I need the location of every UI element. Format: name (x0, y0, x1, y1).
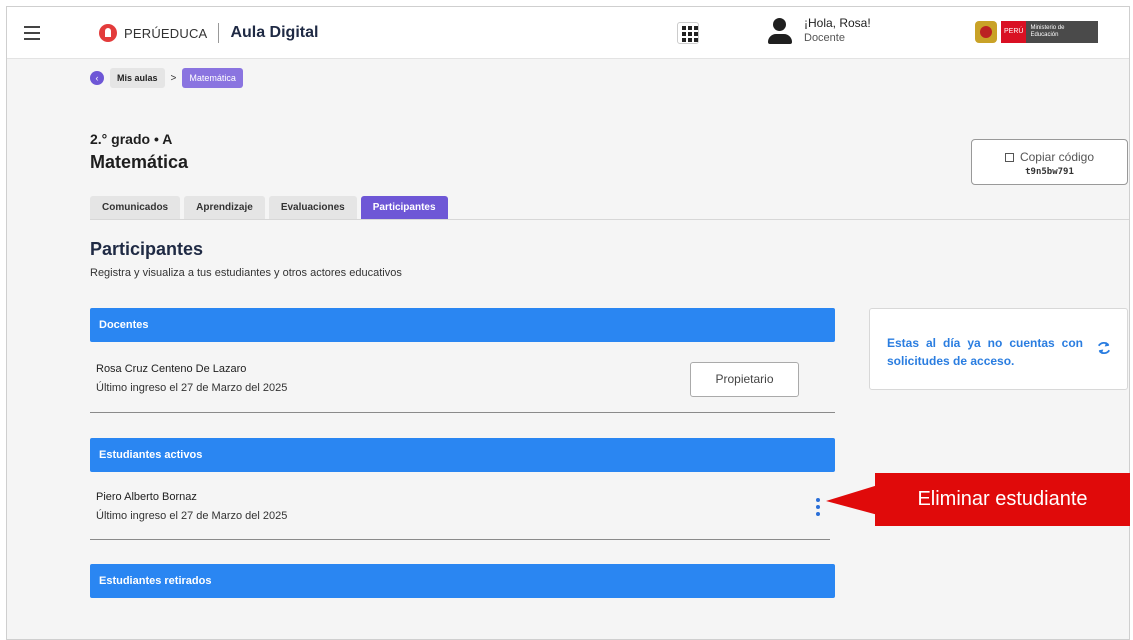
apps-grid-icon[interactable] (677, 22, 699, 44)
access-requests-card: Estas al día ya no cuentas con solicitud… (869, 308, 1128, 390)
section-title: Participantes (90, 239, 204, 259)
breadcrumb-mis-aulas[interactable]: Mis aulas (110, 68, 165, 88)
access-requests-message: Estas al día ya no cuentas con solicitud… (887, 336, 1083, 368)
tab-comunicados[interactable]: Comunicados (90, 196, 181, 219)
refresh-icon[interactable] (1095, 339, 1113, 357)
copy-code-button[interactable]: Copiar código t9n5bw791 (971, 139, 1128, 185)
perueduca-logo-icon (99, 24, 117, 42)
withdrawn-students-header: Estudiantes retirados (90, 564, 835, 598)
user-menu[interactable]: ¡Hola, Rosa! Docente (766, 16, 871, 46)
student-last-login: Último ingreso el 27 de Marzo del 2025 (96, 510, 288, 522)
back-icon[interactable]: ‹ (90, 71, 104, 85)
student-options-icon[interactable] (813, 497, 823, 517)
course-title: Matemática (90, 152, 189, 172)
peru-coat-of-arms-icon (975, 21, 997, 43)
minedu-peru-label: PERÚ (1001, 21, 1027, 43)
hamburger-menu-icon[interactable] (20, 21, 44, 45)
minedu-name-label: Ministerio de Educación (1026, 21, 1098, 43)
brand-name: PERÚEDUCA (124, 25, 208, 41)
copy-icon (1004, 153, 1014, 162)
perueduca-logo[interactable]: PERÚEDUCA Aula Digital (99, 23, 318, 43)
callout-arrow-icon (826, 485, 878, 515)
tab-participantes[interactable]: Participantes (360, 196, 448, 219)
active-students-header: Estudiantes activos (90, 438, 835, 472)
classroom-grade: 2.° grado • A (90, 131, 173, 147)
breadcrumb-current: Matemática (182, 68, 243, 88)
tab-aprendizaje[interactable]: Aprendizaje (184, 196, 265, 219)
docentes-header: Docentes (90, 308, 835, 342)
copy-code-label: Copiar código (1019, 150, 1095, 164)
delete-student-callout: Eliminar estudiante (875, 473, 1130, 526)
active-students-divider (90, 539, 830, 540)
user-avatar-icon (766, 16, 794, 46)
teacher-last-login: Último ingreso el 27 de Marzo del 2025 (96, 382, 288, 394)
minedu-logo: PERÚ Ministerio de Educación (975, 19, 1098, 45)
classroom-tabs: Comunicados Aprendizaje Evaluaciones Par… (90, 196, 448, 219)
tab-evaluaciones[interactable]: Evaluaciones (268, 196, 357, 219)
app-name: Aula Digital (230, 24, 319, 41)
section-subtitle: Registra y visualiza a tus estudiantes y… (90, 267, 402, 279)
teacher-name: Rosa Cruz Centeno De Lazaro (96, 363, 247, 375)
student-name: Piero Alberto Bornaz (96, 491, 197, 503)
breadcrumb-separator: > (170, 72, 177, 84)
breadcrumb: ‹ Mis aulas > Matemática (90, 68, 243, 88)
owner-badge[interactable]: Propietario (690, 362, 799, 397)
class-code: t9n5bw791 (1025, 167, 1074, 177)
logo-divider (218, 23, 220, 43)
app-frame: PERÚEDUCA Aula Digital ¡Hola, Rosa! Doce… (6, 6, 1130, 640)
tabs-divider (90, 219, 1129, 220)
user-role: Docente (804, 32, 845, 44)
docentes-divider (90, 412, 835, 413)
top-header: PERÚEDUCA Aula Digital ¡Hola, Rosa! Doce… (7, 7, 1129, 59)
user-greeting: ¡Hola, Rosa! (804, 16, 871, 30)
